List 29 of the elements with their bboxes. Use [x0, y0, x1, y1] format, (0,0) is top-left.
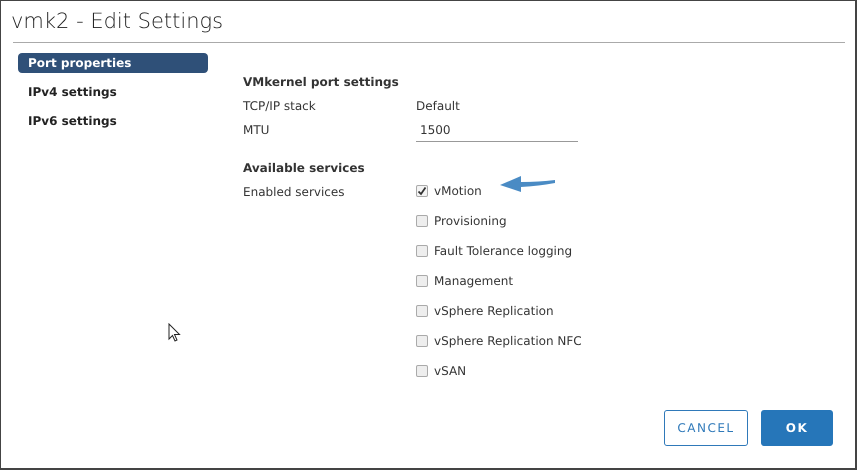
checkbox-label: vSphere Replication [434, 304, 554, 318]
sidebar-item[interactable]: Port properties [18, 53, 208, 73]
arrow-icon [499, 174, 557, 194]
field-label: MTU [243, 123, 270, 137]
checkbox[interactable] [416, 185, 428, 197]
sidebar-item[interactable]: IPv6 settings [18, 111, 208, 131]
field-label: Enabled services [243, 185, 346, 199]
ok-button[interactable]: OK [761, 410, 833, 446]
checkbox-label: Provisioning [434, 214, 507, 228]
checkbox-label: Management [434, 274, 514, 288]
field-value: Default [416, 99, 460, 113]
window-title: vmk2 - Edit Settings [10, 8, 224, 35]
checkbox-label: Fault Tolerance logging [434, 244, 572, 258]
checkbox[interactable] [416, 245, 428, 257]
section-heading: VMkernel port settings [243, 75, 399, 91]
sidebar-item[interactable]: IPv4 settings [18, 82, 208, 102]
checkbox-label: vSAN [434, 364, 466, 378]
cancel-button[interactable]: CANCEL [664, 410, 748, 446]
field-label: TCP/IP stack [243, 99, 317, 113]
mtu-field[interactable]: 1500 [416, 123, 578, 142]
checkbox[interactable] [416, 215, 428, 227]
checkbox[interactable] [416, 305, 428, 317]
checkbox-label: vSphere Replication NFC [434, 334, 582, 348]
section-heading: Available services [243, 161, 365, 177]
checkbox[interactable] [416, 275, 428, 287]
checkbox-label: vMotion [434, 184, 482, 198]
checkbox[interactable] [416, 365, 428, 377]
pointer-icon [168, 323, 181, 342]
checkbox[interactable] [416, 335, 428, 347]
